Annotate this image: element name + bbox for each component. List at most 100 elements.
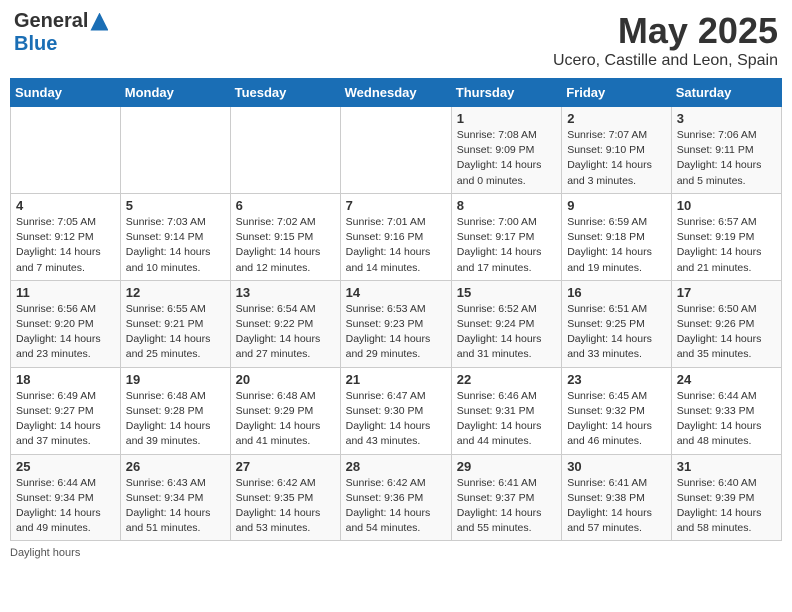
calendar-cell — [120, 107, 230, 194]
day-info: Sunrise: 6:41 AM Sunset: 9:38 PM Dayligh… — [567, 476, 666, 537]
day-number: 14 — [346, 285, 446, 300]
day-info: Sunrise: 6:46 AM Sunset: 9:31 PM Dayligh… — [457, 389, 556, 450]
calendar-col-tuesday: Tuesday — [230, 79, 340, 107]
day-info: Sunrise: 6:56 AM Sunset: 9:20 PM Dayligh… — [16, 302, 115, 363]
day-number: 30 — [567, 459, 666, 474]
calendar-cell: 28 Sunrise: 6:42 AM Sunset: 9:36 PM Dayli… — [340, 454, 451, 541]
calendar-week-5: 25Sunrise: 6:44 AM Sunset: 9:34 PM Dayli… — [11, 454, 782, 541]
day-number: 9 — [567, 198, 666, 213]
day-info: Sunrise: 6:48 AM Sunset: 9:28 PM Dayligh… — [126, 389, 225, 450]
day-info: Sunrise: 6:55 AM Sunset: 9:21 PM Dayligh… — [126, 302, 225, 363]
calendar-col-saturday: Saturday — [671, 79, 781, 107]
day-info: Sunrise: 6:47 AM Sunset: 9:30 PM Dayligh… — [346, 389, 446, 450]
calendar-cell: 8 Sunrise: 7:00 AM Sunset: 9:17 PM Daylig… — [451, 193, 561, 280]
day-number: 8 — [457, 198, 556, 213]
calendar-cell: 27 Sunrise: 6:42 AM Sunset: 9:35 PM Dayli… — [230, 454, 340, 541]
calendar-cell: 14 Sunrise: 6:53 AM Sunset: 9:23 PM Dayli… — [340, 280, 451, 367]
day-info: Sunrise: 6:49 AM Sunset: 9:27 PM Dayligh… — [16, 389, 115, 450]
day-info: Sunrise: 6:40 AM Sunset: 9:39 PM Dayligh… — [677, 476, 776, 537]
calendar-col-friday: Friday — [562, 79, 672, 107]
calendar-cell — [340, 107, 451, 194]
logo-icon — [90, 13, 108, 31]
day-info: Sunrise: 6:42 AM Sunset: 9:36 PM Dayligh… — [346, 476, 446, 537]
day-number: 15 — [457, 285, 556, 300]
calendar-cell: 31 Sunrise: 6:40 AM Sunset: 9:39 PM Dayli… — [671, 454, 781, 541]
calendar-cell: 25Sunrise: 6:44 AM Sunset: 9:34 PM Dayli… — [11, 454, 121, 541]
day-number: 26 — [126, 459, 225, 474]
calendar-cell: 5Sunrise: 7:03 AM Sunset: 9:14 PM Daylig… — [120, 193, 230, 280]
day-info: Sunrise: 7:03 AM Sunset: 9:14 PM Dayligh… — [126, 215, 225, 276]
day-info: Sunrise: 6:48 AM Sunset: 9:29 PM Dayligh… — [236, 389, 335, 450]
day-number: 16 — [567, 285, 666, 300]
day-number: 2 — [567, 111, 666, 126]
day-number: 10 — [677, 198, 776, 213]
day-info: Sunrise: 6:59 AM Sunset: 9:18 PM Dayligh… — [567, 215, 666, 276]
calendar-week-3: 11 Sunrise: 6:56 AM Sunset: 9:20 PM Dayli… — [11, 280, 782, 367]
day-info: Sunrise: 6:50 AM Sunset: 9:26 PM Dayligh… — [677, 302, 776, 363]
calendar-cell: 15 Sunrise: 6:52 AM Sunset: 9:24 PM Dayli… — [451, 280, 561, 367]
day-number: 23 — [567, 372, 666, 387]
day-number: 3 — [677, 111, 776, 126]
month-title: May 2025 — [553, 10, 778, 52]
calendar-cell: 9 Sunrise: 6:59 AM Sunset: 9:18 PM Daylig… — [562, 193, 672, 280]
day-number: 21 — [346, 372, 446, 387]
day-number: 22 — [457, 372, 556, 387]
calendar-cell: 29 Sunrise: 6:41 AM Sunset: 9:37 PM Dayli… — [451, 454, 561, 541]
day-info: Sunrise: 7:02 AM Sunset: 9:15 PM Dayligh… — [236, 215, 335, 276]
day-info: Sunrise: 7:01 AM Sunset: 9:16 PM Dayligh… — [346, 215, 446, 276]
day-number: 4 — [16, 198, 115, 213]
calendar-cell: 16 Sunrise: 6:51 AM Sunset: 9:25 PM Dayli… — [562, 280, 672, 367]
day-number: 17 — [677, 285, 776, 300]
calendar-cell: 21 Sunrise: 6:47 AM Sunset: 9:30 PM Dayli… — [340, 367, 451, 454]
day-number: 6 — [236, 198, 335, 213]
day-number: 29 — [457, 459, 556, 474]
day-info: Sunrise: 6:44 AM Sunset: 9:34 PM Dayligh… — [16, 476, 115, 537]
day-info: Sunrise: 6:52 AM Sunset: 9:24 PM Dayligh… — [457, 302, 556, 363]
day-info: Sunrise: 6:51 AM Sunset: 9:25 PM Dayligh… — [567, 302, 666, 363]
day-number: 1 — [457, 111, 556, 126]
calendar-cell: 13Sunrise: 6:54 AM Sunset: 9:22 PM Dayli… — [230, 280, 340, 367]
calendar-cell: 30 Sunrise: 6:41 AM Sunset: 9:38 PM Dayli… — [562, 454, 672, 541]
day-number: 13 — [236, 285, 335, 300]
day-info: Sunrise: 6:57 AM Sunset: 9:19 PM Dayligh… — [677, 215, 776, 276]
calendar-cell: 22 Sunrise: 6:46 AM Sunset: 9:31 PM Dayli… — [451, 367, 561, 454]
calendar-cell: 18Sunrise: 6:49 AM Sunset: 9:27 PM Dayli… — [11, 367, 121, 454]
calendar-cell: 23 Sunrise: 6:45 AM Sunset: 9:32 PM Dayli… — [562, 367, 672, 454]
day-info: Sunrise: 6:41 AM Sunset: 9:37 PM Dayligh… — [457, 476, 556, 537]
calendar-cell: 19 Sunrise: 6:48 AM Sunset: 9:28 PM Dayli… — [120, 367, 230, 454]
day-info: Sunrise: 7:07 AM Sunset: 9:10 PM Dayligh… — [567, 128, 666, 189]
day-number: 31 — [677, 459, 776, 474]
calendar-header-row: SundayMondayTuesdayWednesdayThursdayFrid… — [11, 79, 782, 107]
calendar-week-4: 18Sunrise: 6:49 AM Sunset: 9:27 PM Dayli… — [11, 367, 782, 454]
day-number: 7 — [346, 198, 446, 213]
day-info: Sunrise: 6:53 AM Sunset: 9:23 PM Dayligh… — [346, 302, 446, 363]
calendar-col-monday: Monday — [120, 79, 230, 107]
calendar-col-sunday: Sunday — [11, 79, 121, 107]
logo-general-text: General — [14, 10, 88, 33]
calendar-cell — [11, 107, 121, 194]
day-info: Sunrise: 6:43 AM Sunset: 9:34 PM Dayligh… — [126, 476, 225, 537]
calendar-cell: 24Sunrise: 6:44 AM Sunset: 9:33 PM Dayli… — [671, 367, 781, 454]
day-info: Sunrise: 6:42 AM Sunset: 9:35 PM Dayligh… — [236, 476, 335, 537]
calendar-cell: 7 Sunrise: 7:01 AM Sunset: 9:16 PM Daylig… — [340, 193, 451, 280]
header: General Blue May 2025 Ucero, Castille an… — [10, 10, 782, 70]
day-info: Sunrise: 7:05 AM Sunset: 9:12 PM Dayligh… — [16, 215, 115, 276]
day-number: 19 — [126, 372, 225, 387]
calendar-body: 1 Sunrise: 7:08 AM Sunset: 9:09 PM Daylig… — [11, 107, 782, 541]
day-info: Sunrise: 7:08 AM Sunset: 9:09 PM Dayligh… — [457, 128, 556, 189]
title-area: May 2025 Ucero, Castille and Leon, Spain — [553, 10, 778, 70]
location-title: Ucero, Castille and Leon, Spain — [553, 52, 778, 70]
day-number: 11 — [16, 285, 115, 300]
day-info: Sunrise: 6:45 AM Sunset: 9:32 PM Dayligh… — [567, 389, 666, 450]
calendar-cell: 1 Sunrise: 7:08 AM Sunset: 9:09 PM Daylig… — [451, 107, 561, 194]
calendar-table: SundayMondayTuesdayWednesdayThursdayFrid… — [10, 78, 782, 541]
logo-blue-text: Blue — [14, 33, 57, 56]
day-number: 27 — [236, 459, 335, 474]
calendar-week-2: 4 Sunrise: 7:05 AM Sunset: 9:12 PM Daylig… — [11, 193, 782, 280]
day-info: Sunrise: 7:00 AM Sunset: 9:17 PM Dayligh… — [457, 215, 556, 276]
calendar-cell: 20Sunrise: 6:48 AM Sunset: 9:29 PM Dayli… — [230, 367, 340, 454]
footer-note: Daylight hours — [10, 547, 782, 559]
calendar-cell: 10 Sunrise: 6:57 AM Sunset: 9:19 PM Dayli… — [671, 193, 781, 280]
day-number: 28 — [346, 459, 446, 474]
day-info: Sunrise: 6:44 AM Sunset: 9:33 PM Dayligh… — [677, 389, 776, 450]
